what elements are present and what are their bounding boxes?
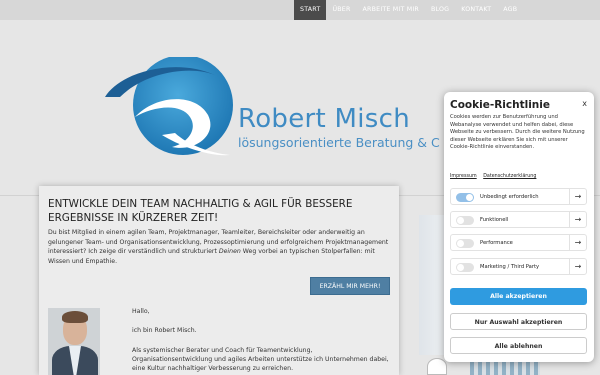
nav-item-blog[interactable]: BLOG bbox=[425, 0, 455, 20]
marketing-toggle[interactable] bbox=[456, 263, 474, 272]
impressum-link[interactable]: Impressum bbox=[450, 174, 477, 179]
cookie-description: Cookies werden zur Benutzerführung und W… bbox=[450, 114, 585, 151]
cookie-category-functional: Funktionell → bbox=[450, 211, 587, 228]
category-label: Marketing / Third Party bbox=[480, 264, 540, 270]
cookie-category-necessary: Unbedingt erforderlich → bbox=[450, 188, 587, 205]
about-paragraph: Als systemischer Berater und Coach für T… bbox=[132, 347, 389, 372]
nav-item-kontakt[interactable]: KONTAKT bbox=[455, 0, 497, 20]
logo-name[interactable]: Robert Misch bbox=[238, 104, 410, 134]
nav-item-ueber[interactable]: ÜBER bbox=[326, 0, 356, 20]
nav-item-start[interactable]: START bbox=[294, 0, 327, 20]
performance-toggle[interactable] bbox=[456, 239, 474, 248]
nav-item-arbeite-mit-mir[interactable]: ARBEITE MIT MIR bbox=[357, 0, 425, 20]
nav-item-agb[interactable]: AGB bbox=[497, 0, 523, 20]
intro-paragraph: Du bist Mitglied in einem agilen Team, P… bbox=[48, 229, 389, 265]
category-label: Performance bbox=[480, 240, 513, 246]
accept-all-button[interactable]: Alle akzeptieren bbox=[450, 288, 587, 305]
category-label: Unbedingt erforderlich bbox=[480, 194, 539, 200]
cookie-links: Impressum Datenschutzerklärung bbox=[450, 174, 541, 179]
cookie-title: Cookie-Richtlinie bbox=[450, 99, 550, 111]
arrow-right-icon[interactable]: → bbox=[569, 189, 586, 204]
intro-panel: ENTWICKLE DEIN TEAM NACHHALTIG & AGIL FÜ… bbox=[39, 186, 399, 375]
arrow-right-icon[interactable]: → bbox=[569, 259, 586, 274]
arrow-right-icon[interactable]: → bbox=[569, 235, 586, 250]
intro-emphasis: Deinen bbox=[218, 248, 241, 255]
logo-tagline: lösungsorientierte Beratung & C bbox=[238, 135, 440, 150]
datenschutz-link[interactable]: Datenschutzerklärung bbox=[483, 174, 536, 179]
cookie-category-marketing: Marketing / Third Party → bbox=[450, 258, 587, 275]
certification-badge bbox=[427, 358, 447, 375]
cookie-dialog: Cookie-Richtlinie x Cookies werden zur B… bbox=[444, 92, 594, 362]
accept-selection-button[interactable]: Nur Auswahl akzeptieren bbox=[450, 313, 587, 330]
page-title: ENTWICKLE DEIN TEAM NACHHALTIG & AGIL FÜ… bbox=[48, 198, 353, 224]
category-label: Funktionell bbox=[480, 217, 509, 223]
necessary-toggle[interactable] bbox=[456, 193, 474, 202]
intro-name-text: ich bin Robert Misch. bbox=[132, 327, 197, 334]
cookie-category-performance: Performance → bbox=[450, 234, 587, 251]
arrow-right-icon[interactable]: → bbox=[569, 212, 586, 227]
logo-icon[interactable] bbox=[100, 57, 240, 167]
functional-toggle[interactable] bbox=[456, 216, 474, 225]
greeting-text: Hallo, bbox=[132, 308, 150, 315]
top-navigation: START ÜBER ARBEITE MIT MIR BLOG KONTAKT … bbox=[0, 0, 600, 20]
reject-all-button[interactable]: Alle ablehnen bbox=[450, 337, 587, 354]
tell-me-more-button[interactable]: ERZÄHL MIR MEHR! bbox=[310, 277, 390, 295]
profile-photo bbox=[48, 308, 100, 375]
close-icon[interactable]: x bbox=[582, 99, 587, 108]
nav-menu: START ÜBER ARBEITE MIT MIR BLOG KONTAKT … bbox=[294, 0, 523, 20]
